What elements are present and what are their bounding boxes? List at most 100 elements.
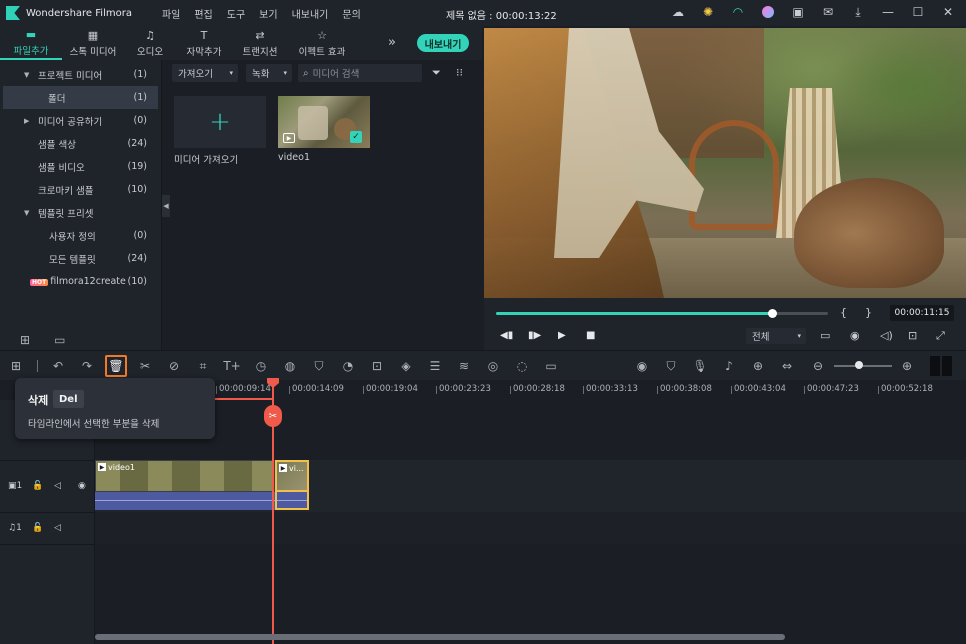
media-search-input[interactable]: ⌕ 미디어 검색 (298, 64, 422, 82)
zoom-handle[interactable] (855, 361, 863, 369)
panel-toggle-icon[interactable] (930, 356, 952, 376)
freeze-frame-icon[interactable]: ⊡ (369, 358, 385, 374)
tree-item-folder[interactable]: 폴더 (1) (3, 86, 158, 109)
menu-tools[interactable]: 도구 (227, 6, 245, 21)
tab-titles[interactable]: T 자막추가 (176, 26, 232, 60)
timeline-ruler[interactable]: 00:00:09:14 00:00:14:09 00:00:19:04 00:0… (95, 380, 966, 400)
maximize-icon[interactable]: ☐ (910, 4, 926, 20)
speaker-icon[interactable]: ◁ (54, 481, 61, 491)
tree-item-filmora12create[interactable]: HOT filmora12create (10) (0, 270, 161, 293)
display-icon[interactable]: ▭ (820, 329, 830, 342)
layout-icon[interactable]: ⊡ (908, 329, 917, 342)
tree-item-shared-media[interactable]: ▶ 미디어 공유하기 (0) (0, 109, 161, 132)
new-folder-icon[interactable]: ⊞ (20, 333, 30, 347)
tab-effects[interactable]: ☆ 이펙트 효과 (288, 26, 356, 60)
text-add-icon[interactable]: T+ (223, 358, 240, 374)
close-icon[interactable]: ✕ (940, 4, 956, 20)
save-icon[interactable]: ▣ (790, 4, 806, 20)
lock-icon[interactable]: 🔓 (32, 481, 43, 491)
seek-handle[interactable] (767, 309, 777, 318)
play-icon[interactable]: ▶ (558, 330, 566, 341)
adjust-icon[interactable]: ☰ (427, 358, 443, 374)
video-clip[interactable]: ▶ video1 (95, 460, 275, 492)
headset-icon[interactable]: ◠ (730, 4, 746, 20)
menu-edit[interactable]: 편집 (194, 6, 212, 21)
collapse-panel-icon[interactable]: ◀ (162, 195, 170, 217)
volume-icon[interactable]: ◁) (880, 329, 893, 342)
lightbulb-icon[interactable]: ✺ (700, 4, 716, 20)
cloud-icon[interactable]: ☁ (670, 4, 686, 20)
layout-grid-icon[interactable]: ⊞ (8, 358, 24, 374)
scissors-icon[interactable]: ✂ (137, 358, 153, 374)
preview-quality-dropdown[interactable]: 전체 ▾ (746, 328, 806, 344)
eye-icon[interactable]: ◉ (78, 481, 86, 491)
video-clip-selected[interactable]: ▶ vi... (275, 460, 309, 492)
seek-bar[interactable] (496, 309, 828, 318)
more-tabs-icon[interactable]: » (388, 35, 396, 50)
tab-transitions[interactable]: ⇄ 트랜지션 (232, 26, 288, 60)
split-scissors-icon[interactable]: ✂ (264, 405, 282, 427)
empty-track-lane[interactable] (95, 544, 966, 594)
render-icon[interactable]: ◉ (634, 358, 650, 374)
step-back-icon[interactable]: ◀▮ (500, 330, 513, 341)
menu-file[interactable]: 파일 (162, 6, 180, 21)
tab-import[interactable]: ▬ 파일추가 (0, 26, 62, 60)
audio-clip[interactable] (95, 492, 275, 510)
delete-icon[interactable]: 🗑 (105, 355, 127, 377)
folder-icon[interactable]: ▭ (54, 333, 65, 347)
filter-icon[interactable]: ⏷ (432, 66, 441, 80)
audio-wave-icon[interactable]: ≋ (456, 358, 472, 374)
zoom-out-icon[interactable]: ⊖ (810, 358, 826, 374)
undo-icon[interactable]: ↶ (50, 358, 66, 374)
audio-mixer-icon[interactable]: ♪ (721, 358, 737, 374)
color-icon[interactable]: ◍ (282, 358, 298, 374)
audio-clip-selected[interactable] (275, 492, 309, 510)
snapshot-icon[interactable]: ◉ (850, 329, 860, 342)
mark-out-button[interactable]: } (865, 306, 872, 319)
speed-icon[interactable]: ◷ (253, 358, 269, 374)
video-thumbnail[interactable]: ▶ ✓ (278, 96, 370, 148)
fullscreen-icon[interactable]: ⤢ (936, 329, 945, 343)
menu-export[interactable]: 내보내기 (292, 6, 329, 21)
export-button[interactable]: 내보내기 (417, 34, 469, 52)
tree-item-template-presets[interactable]: ▼ 템플릿 프리셋 (0, 201, 161, 224)
speaker-icon[interactable]: ◁ (54, 523, 61, 533)
tree-item-sample-videos[interactable]: 샘플 비디오 (19) (0, 155, 161, 178)
auto-beat-icon[interactable]: ◌ (514, 358, 530, 374)
tag-icon[interactable]: ⊘ (166, 358, 182, 374)
motion-track-icon[interactable]: ◎ (485, 358, 501, 374)
tree-item-all-templates[interactable]: 모든 템플릿 (24) (0, 247, 161, 270)
tab-stock-media[interactable]: ▦ 스톡 미디어 (62, 26, 124, 60)
crop-icon[interactable]: ⌗ (195, 358, 211, 374)
timer-icon[interactable]: ◔ (340, 358, 356, 374)
record-dropdown[interactable]: 녹화 ▾ (246, 64, 292, 82)
mark-in-button[interactable]: { (840, 306, 847, 319)
menu-help[interactable]: 문의 (342, 6, 360, 21)
grid-view-icon[interactable]: ⁝⁝ (456, 66, 463, 79)
marker-icon[interactable]: ⛉ (663, 358, 679, 374)
avatar[interactable] (760, 4, 776, 20)
split-screen-icon[interactable]: ▭ (543, 358, 559, 374)
horizontal-scrollbar[interactable] (95, 634, 785, 640)
tree-item-custom[interactable]: 사용자 정의 (0) (0, 224, 161, 247)
microphone-icon[interactable]: 🎙 (692, 358, 708, 374)
import-media-card[interactable]: + (174, 96, 266, 148)
lock-icon[interactable]: 🔓 (32, 523, 43, 533)
import-dropdown[interactable]: 가져오기 ▾ (172, 64, 238, 82)
download-icon[interactable]: ⤓ (850, 4, 866, 20)
tree-item-sample-colors[interactable]: 샘플 색상 (24) (0, 132, 161, 155)
snap-icon[interactable]: ⊕ (750, 358, 766, 374)
stop-icon[interactable]: ■ (586, 330, 595, 341)
minimize-icon[interactable]: — (880, 4, 896, 20)
fit-icon[interactable]: ⇔ (779, 358, 795, 374)
step-forward-icon[interactable]: ▮▶ (528, 330, 541, 341)
mask-icon[interactable]: ⛉ (311, 358, 327, 374)
tree-item-project-media[interactable]: ▼ 프로젝트 미디어 (1) (0, 63, 161, 86)
zoom-in-icon[interactable]: ⊕ (899, 358, 915, 374)
zoom-slider[interactable] (834, 365, 892, 367)
keyframe-icon[interactable]: ◈ (398, 358, 414, 374)
redo-icon[interactable]: ↷ (79, 358, 95, 374)
mail-icon[interactable]: ✉ (820, 4, 836, 20)
menu-view[interactable]: 보기 (259, 6, 277, 21)
tab-audio[interactable]: ♫ 오디오 (124, 26, 176, 60)
